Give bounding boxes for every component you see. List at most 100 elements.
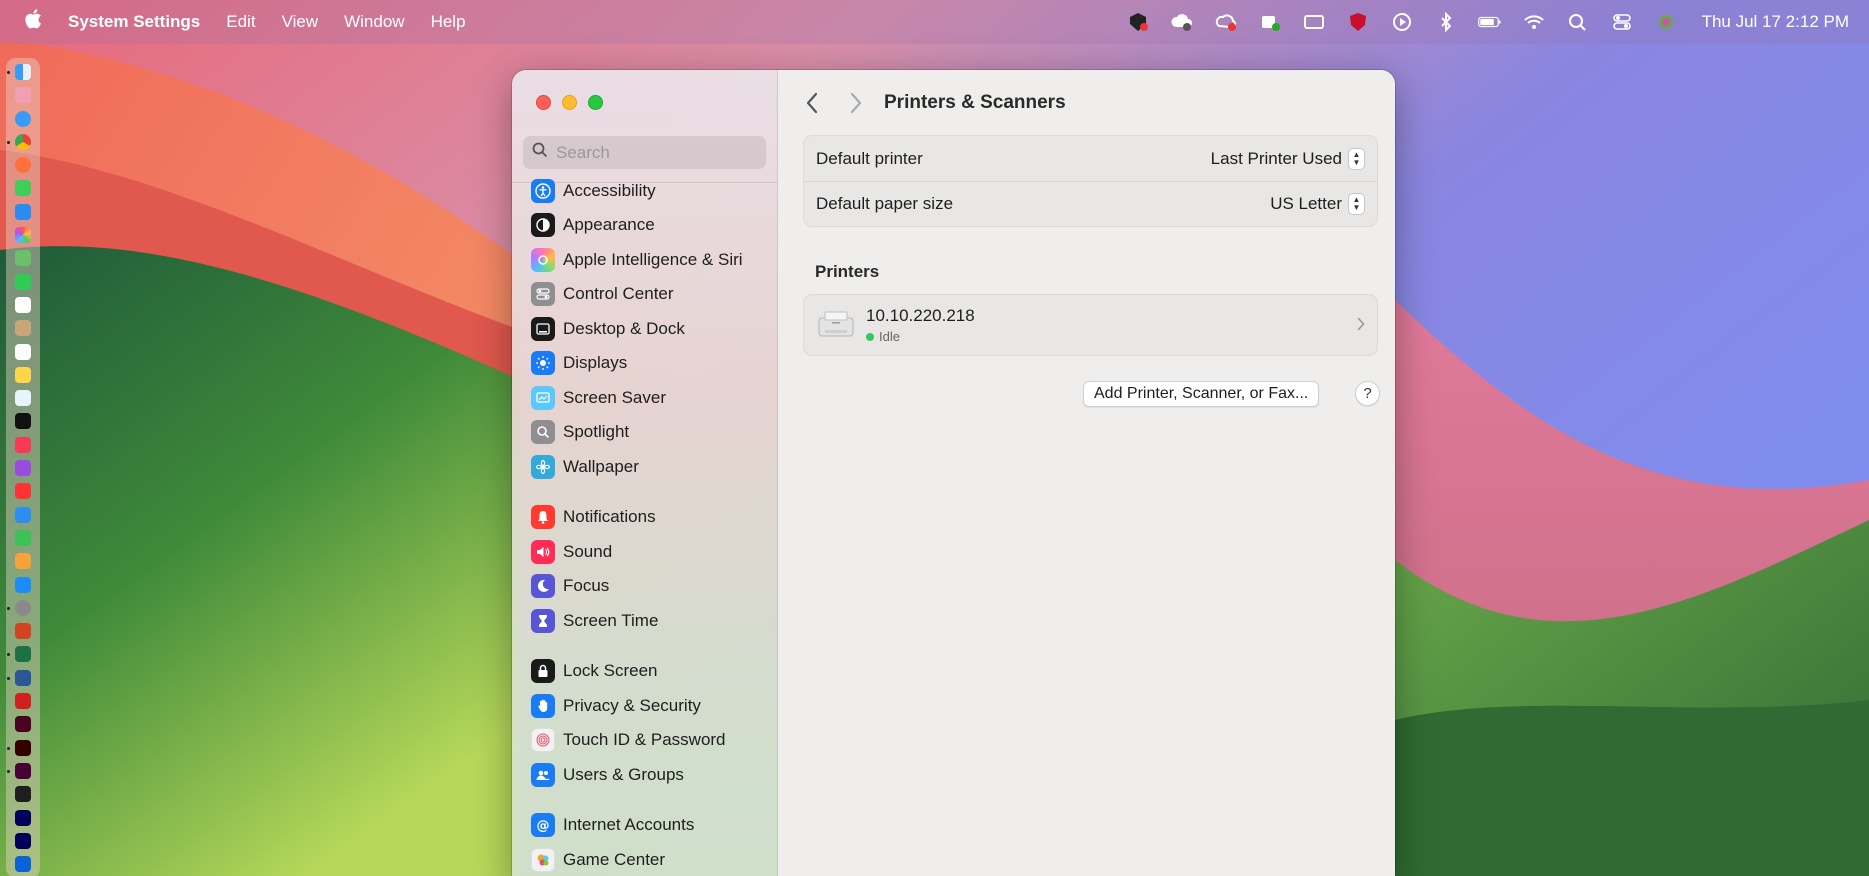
hourglass-icon [531, 609, 555, 633]
cloud-sync-icon[interactable] [1170, 12, 1194, 32]
app-store-icon[interactable] [15, 576, 31, 593]
sidebar-item-screen-saver[interactable]: Screen Saver [531, 383, 666, 413]
freeform-icon[interactable] [15, 390, 31, 407]
contacts-icon[interactable] [15, 320, 31, 337]
add-printer-button[interactable]: Add Printer, Scanner, or Fax... [1083, 381, 1320, 407]
premiere-icon[interactable] [15, 809, 31, 826]
sidebar-item-apple-intelligence-siri[interactable]: Apple Intelligence & Siri [531, 245, 743, 275]
creative-cloud-icon[interactable] [1214, 12, 1238, 32]
spotlight-icon[interactable] [1566, 12, 1590, 32]
displays-icon [531, 351, 555, 375]
close-button[interactable] [536, 95, 551, 110]
help-button[interactable]: ? [1355, 381, 1380, 406]
sidebar-item-notifications[interactable]: Notifications [531, 502, 656, 532]
search-field[interactable] [523, 136, 766, 169]
podcasts-icon[interactable] [15, 460, 31, 477]
sidebar-item-users-groups[interactable]: Users & Groups [531, 760, 684, 790]
wifi-icon[interactable] [1522, 12, 1546, 32]
menu-clock[interactable]: Thu Jul 17 2:12 PM [1702, 12, 1849, 32]
tv-icon[interactable] [15, 413, 31, 430]
numbers-icon[interactable] [15, 529, 31, 546]
app-menu[interactable]: System Settings [68, 12, 200, 32]
pages-icon[interactable] [15, 553, 31, 570]
display-icon[interactable] [1302, 12, 1326, 32]
sidebar-item-internet-accounts[interactable]: @ Internet Accounts [531, 810, 694, 840]
play-icon[interactable] [1390, 12, 1414, 32]
sidebar-item-lock-screen[interactable]: Lock Screen [531, 656, 658, 686]
sidebar-item-label: Spotlight [563, 422, 630, 441]
sidebar-item-touch-id-password[interactable]: Touch ID & Password [531, 725, 726, 755]
mcafee-icon[interactable] [1346, 12, 1370, 32]
illustrator-icon[interactable] [7, 739, 31, 756]
search-input[interactable] [556, 142, 756, 163]
sidebar-item-label: Displays [563, 353, 628, 372]
back-button[interactable] [806, 92, 826, 114]
dock-icon [531, 317, 555, 341]
sidebar-item-displays[interactable]: Displays [531, 348, 627, 378]
at-icon: @ [531, 813, 555, 837]
teams-icon[interactable] [1258, 12, 1282, 32]
siri-icon[interactable] [1654, 12, 1678, 32]
view-menu[interactable]: View [282, 12, 319, 32]
sidebar-item-screen-time[interactable]: Screen Time [531, 606, 658, 636]
sound-icon [531, 540, 555, 564]
word-icon[interactable] [7, 669, 31, 686]
apple-menu-icon[interactable] [20, 8, 46, 36]
edit-menu[interactable]: Edit [226, 12, 255, 32]
indesign-icon[interactable] [15, 716, 31, 733]
excel-icon[interactable] [7, 646, 31, 663]
sidebar-item-accessibility[interactable]: Accessibility [531, 176, 656, 206]
powerpoint-icon[interactable] [15, 623, 31, 640]
sidebar-item-focus[interactable]: Focus [531, 571, 609, 601]
system-settings-icon[interactable] [7, 599, 31, 616]
default-paper-popup[interactable]: US Letter ▲ ▼ [1270, 193, 1365, 215]
figma-icon[interactable] [15, 786, 31, 803]
safari-icon[interactable] [15, 110, 31, 127]
maps-icon[interactable] [15, 250, 31, 267]
xd-icon[interactable] [7, 762, 31, 779]
zoom-button[interactable] [588, 95, 603, 110]
default-printer-row: Default printer Last Printer Used ▲ ▼ [804, 136, 1377, 181]
sidebar-item-label: Internet Accounts [563, 815, 695, 834]
printer-row[interactable]: 10.10.220.218 Idle [804, 295, 1377, 355]
calendar-icon[interactable] [15, 296, 31, 313]
sidebar-item-privacy-security[interactable]: Privacy & Security [531, 691, 701, 721]
default-printer-popup[interactable]: Last Printer Used ▲ ▼ [1211, 147, 1365, 170]
minimize-button[interactable] [562, 95, 577, 110]
sidebar-item-label: Users & Groups [563, 765, 684, 784]
photos-icon[interactable] [15, 227, 31, 244]
printer-name: 10.10.220.218 [866, 306, 975, 325]
mail-icon[interactable] [15, 203, 31, 220]
sidebar-item-desktop-dock[interactable]: Desktop & Dock [531, 314, 685, 344]
sidebar-item-wallpaper[interactable]: Wallpaper [531, 452, 639, 482]
users-icon [531, 763, 555, 787]
window-menu[interactable]: Window [344, 12, 404, 32]
onedrive-icon[interactable] [15, 856, 31, 873]
status-area: Thu Jul 17 2:12 PM [1126, 12, 1849, 32]
chrome-icon[interactable] [7, 133, 31, 150]
launchpad-icon[interactable] [15, 87, 31, 104]
finder-icon[interactable] [7, 64, 31, 80]
sidebar-item-spotlight[interactable]: Spotlight [531, 417, 629, 447]
acrobat-icon[interactable] [15, 693, 31, 710]
malwarebytes-icon[interactable] [1126, 12, 1150, 32]
messages-icon[interactable] [15, 180, 31, 197]
reminders-icon[interactable] [15, 343, 31, 360]
notes-icon[interactable] [15, 366, 31, 383]
sidebar-item-control-center[interactable]: Control Center [531, 279, 674, 309]
battery-icon[interactable] [1477, 12, 1502, 32]
help-menu[interactable]: Help [431, 12, 466, 32]
bluetooth-icon[interactable] [1434, 12, 1458, 32]
control-center-icon[interactable] [1610, 12, 1634, 32]
sidebar-item-game-center[interactable]: Game Center [531, 845, 665, 875]
sidebar-item-sound[interactable]: Sound [531, 537, 612, 567]
facetime-icon[interactable] [15, 273, 31, 290]
keynote-icon[interactable] [15, 506, 31, 523]
firefox-icon[interactable] [15, 157, 31, 174]
sidebar-item-appearance[interactable]: Appearance [531, 210, 655, 240]
music-icon[interactable] [15, 436, 31, 453]
news-icon[interactable] [15, 483, 31, 500]
page-title: Printers & Scanners [884, 92, 1066, 113]
forward-button[interactable] [850, 92, 870, 114]
media-encoder-icon[interactable] [15, 832, 31, 849]
